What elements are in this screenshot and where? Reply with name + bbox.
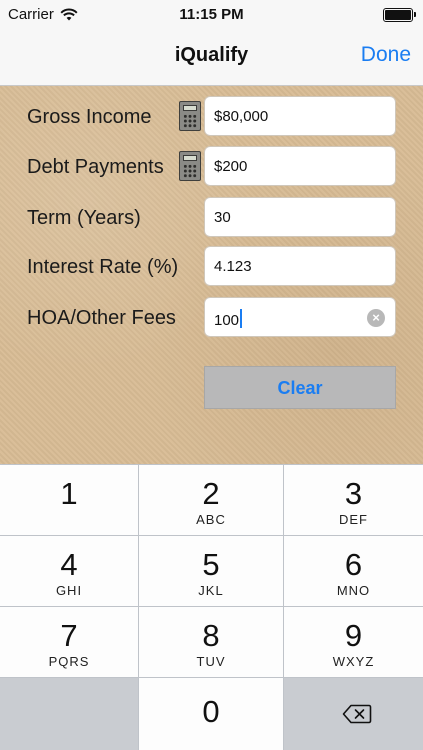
key-2[interactable]: 2 ABC (139, 465, 283, 535)
key-digit: 4 (60, 547, 78, 582)
key-letters: GHI (55, 583, 83, 598)
key-digit: 6 (344, 547, 363, 582)
number-keypad: 1 2 ABC 3 DEF 4 GHI 5 JKL 6 MNO 7 PQRS 8… (0, 464, 423, 750)
gross-income-row: Gross Income $80,000 (0, 96, 423, 138)
calculator-icon[interactable] (179, 151, 201, 181)
debt-payments-row: Debt Payments $200 (0, 146, 423, 188)
key-digit: 9 (344, 618, 363, 653)
key-letters: TUV (196, 654, 226, 669)
clear-text-icon[interactable]: × (367, 309, 385, 327)
term-field[interactable]: 30 (204, 197, 396, 237)
status-time: 11:15 PM (179, 6, 244, 23)
backspace-icon (342, 704, 372, 724)
debt-payments-field[interactable]: $200 (204, 146, 396, 186)
key-9[interactable]: 9 WXYZ (284, 607, 423, 677)
gross-income-field[interactable]: $80,000 (204, 96, 396, 136)
done-button[interactable]: Done (361, 43, 411, 67)
key-digit: 8 (202, 618, 220, 653)
page-title: iQualify (174, 44, 249, 66)
debt-payments-label: Debt Payments (27, 156, 164, 178)
key-8[interactable]: 8 TUV (139, 607, 283, 677)
key-digit: 1 (60, 476, 78, 511)
form-area: Gross Income $80,000 Debt Payments $200 … (0, 86, 423, 464)
term-label: Term (Years) (27, 207, 141, 229)
backspace-key[interactable] (284, 678, 423, 750)
key-letters: DEF (339, 512, 368, 527)
key-6[interactable]: 6 MNO (284, 536, 423, 606)
key-5[interactable]: 5 JKL (139, 536, 283, 606)
text-caret (240, 309, 243, 328)
key-letters: ABC (196, 512, 226, 527)
hoa-fees-row: HOA/Other Fees 100 × (0, 297, 423, 339)
battery-icon (383, 8, 416, 22)
hoa-fees-field[interactable]: 100 × (204, 297, 396, 337)
key-digit: 0 (202, 694, 220, 729)
key-digit: 2 (202, 476, 220, 511)
interest-rate-label: Interest Rate (%) (27, 256, 179, 278)
status-bar: Carrier 11:15 PM (0, 0, 423, 30)
term-row: Term (Years) 30 (0, 197, 423, 239)
key-digit: 7 (60, 618, 78, 653)
interest-rate-field[interactable]: 4.123 (204, 246, 396, 286)
nav-bar: iQualify Done (0, 30, 423, 86)
key-3[interactable]: 3 DEF (284, 465, 423, 535)
clear-button[interactable]: Clear (204, 366, 396, 409)
interest-rate-row: Interest Rate (%) 4.123 (0, 246, 423, 288)
key-blank (0, 678, 138, 750)
gross-income-label: Gross Income (27, 106, 152, 128)
key-digit: 5 (202, 547, 220, 582)
key-4[interactable]: 4 GHI (0, 536, 138, 606)
key-letters: PQRS (48, 654, 90, 669)
calculator-icon[interactable] (179, 101, 201, 131)
key-1[interactable]: 1 (0, 465, 138, 535)
key-letters: WXYZ (332, 654, 375, 669)
key-7[interactable]: 7 PQRS (0, 607, 138, 677)
key-digit: 3 (344, 476, 363, 511)
hoa-fees-value: 100 (214, 312, 240, 329)
hoa-fees-label: HOA/Other Fees (27, 307, 176, 329)
key-0[interactable]: 0 (139, 678, 283, 750)
key-letters: JKL (198, 583, 224, 598)
key-letters: MNO (336, 583, 371, 598)
